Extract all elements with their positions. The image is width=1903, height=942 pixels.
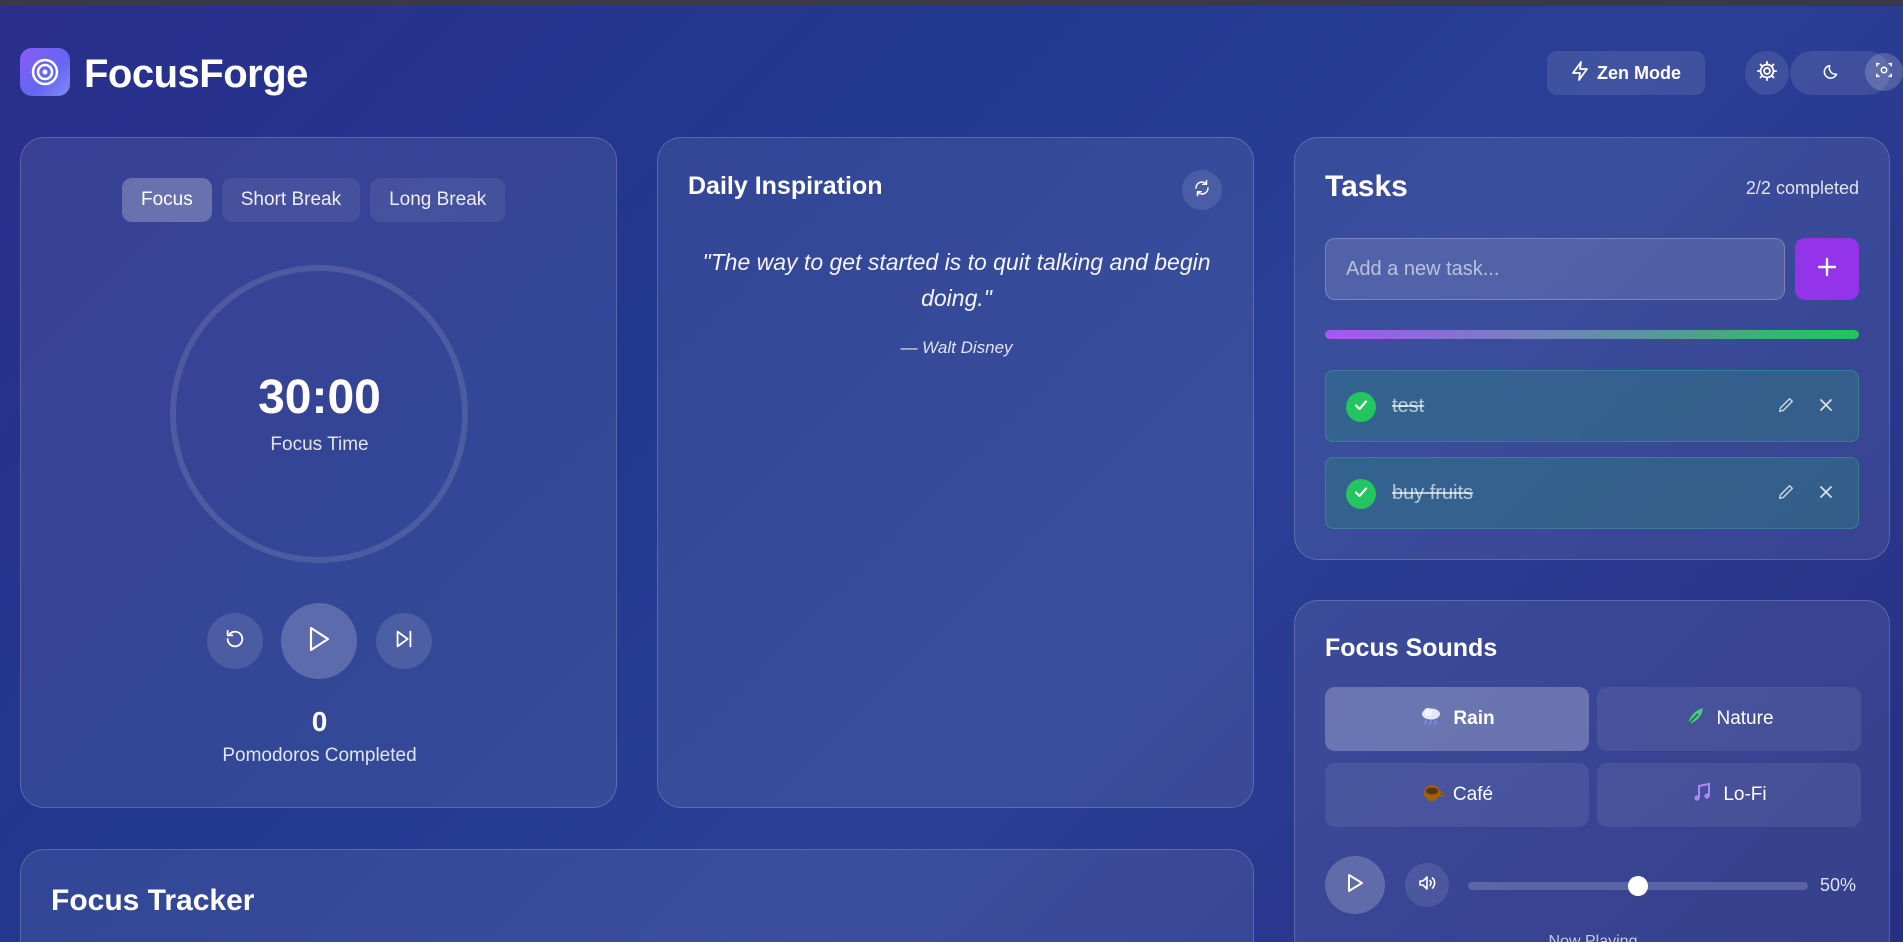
zen-mode-label: Zen Mode <box>1597 62 1681 83</box>
tab-short-break[interactable]: Short Break <box>221 178 361 222</box>
pencil-icon <box>1777 483 1795 506</box>
task-complete-toggle[interactable] <box>1346 392 1376 422</box>
refresh-icon <box>1193 179 1211 202</box>
skip-button[interactable] <box>376 613 432 669</box>
moon-icon <box>1823 62 1841 85</box>
delete-task-button[interactable] <box>1814 395 1838 419</box>
app-header: FocusForge Zen Mode <box>20 48 1903 98</box>
pomodoros-count: 0 <box>311 706 328 737</box>
now-playing-label: Now Playing <box>1548 933 1638 942</box>
target-icon <box>20 48 70 96</box>
pomodoro-timer-card: Focus Short Break Long Break 30:00 Focus… <box>20 137 617 808</box>
tracker-title: Focus Tracker <box>51 884 255 917</box>
volume-icon <box>1417 873 1437 898</box>
quote-text: "The way to get started is to quit talki… <box>702 249 1211 311</box>
zen-mode-button[interactable]: Zen Mode <box>1547 51 1705 95</box>
volume-slider-handle[interactable] <box>1628 876 1648 896</box>
tab-long-break[interactable]: Long Break <box>370 178 506 222</box>
play-sound-button[interactable] <box>1325 856 1385 914</box>
gear-icon <box>1756 60 1778 87</box>
play-icon <box>1345 872 1365 899</box>
music-note-icon <box>1691 781 1713 809</box>
task-text: buy fruits <box>1392 482 1474 504</box>
task-item: buy fruits <box>1325 457 1859 529</box>
new-task-input[interactable] <box>1325 238 1785 300</box>
theme-toggle-button[interactable] <box>1815 56 1849 90</box>
play-icon <box>306 625 332 658</box>
pencil-icon <box>1777 396 1795 419</box>
tasks-progress-fill <box>1325 330 1859 339</box>
timer-label: Focus Time <box>270 434 369 455</box>
task-text: test <box>1392 395 1425 417</box>
sound-label: Lo-Fi <box>1723 784 1767 805</box>
close-icon <box>1819 485 1833 504</box>
inspiration-title: Daily Inspiration <box>688 172 883 200</box>
mute-button[interactable] <box>1405 863 1449 907</box>
sound-nature-button[interactable]: Nature <box>1597 687 1861 751</box>
volume-percent: 50% <box>1820 875 1857 895</box>
tasks-card: Tasks 2/2 completed test <box>1294 137 1890 560</box>
tasks-completed-count: 2/2 completed <box>1745 178 1859 198</box>
rain-cloud-icon <box>1419 705 1443 733</box>
quote-author: — Walt Disney <box>900 338 1013 357</box>
sound-rain-button[interactable]: Rain <box>1325 687 1589 751</box>
pomodoros-label: Pomodoros Completed <box>222 745 417 766</box>
check-icon <box>1353 484 1369 505</box>
daily-inspiration-card: Daily Inspiration "The way to get starte… <box>657 137 1254 808</box>
focus-scan-icon <box>1875 61 1893 84</box>
tasks-title: Tasks <box>1325 170 1408 203</box>
plus-icon <box>1816 256 1838 283</box>
edit-task-button[interactable] <box>1774 482 1798 506</box>
focus-sounds-card: Focus Sounds Rain Nature Café Lo-Fi 50% … <box>1294 600 1890 942</box>
app-title: FocusForge <box>84 52 308 96</box>
add-task-button[interactable] <box>1795 238 1859 300</box>
timer-mode-tabs: Focus Short Break Long Break <box>122 178 506 222</box>
settings-button[interactable] <box>1745 51 1789 95</box>
sound-cafe-button[interactable]: Café <box>1325 763 1589 827</box>
leaf-icon <box>1684 705 1706 733</box>
close-icon <box>1819 398 1833 417</box>
reset-icon <box>224 628 246 655</box>
check-icon <box>1353 397 1369 418</box>
sounds-title: Focus Sounds <box>1325 634 1498 662</box>
focus-tracker-card: Focus Tracker <box>20 849 1254 942</box>
task-item: test <box>1325 370 1859 442</box>
sound-label: Café <box>1452 784 1494 805</box>
lightning-icon <box>1571 60 1589 86</box>
refresh-quote-button[interactable] <box>1182 170 1222 210</box>
task-complete-toggle[interactable] <box>1346 479 1376 509</box>
edit-task-button[interactable] <box>1774 395 1798 419</box>
timer-display: 30:00 <box>258 371 381 424</box>
window-top-border <box>0 0 1903 6</box>
sound-label: Rain <box>1453 708 1495 729</box>
start-timer-button[interactable] <box>281 603 357 679</box>
coffee-icon <box>1421 781 1444 809</box>
delete-task-button[interactable] <box>1814 482 1838 506</box>
skip-forward-icon <box>393 628 415 655</box>
focus-view-button[interactable] <box>1865 53 1903 91</box>
volume-slider[interactable] <box>1468 876 1808 896</box>
tasks-progress-bar <box>1325 330 1859 339</box>
reset-button[interactable] <box>207 613 263 669</box>
sound-label: Nature <box>1716 708 1774 729</box>
tab-focus[interactable]: Focus <box>122 178 212 222</box>
sound-lofi-button[interactable]: Lo-Fi <box>1597 763 1861 827</box>
